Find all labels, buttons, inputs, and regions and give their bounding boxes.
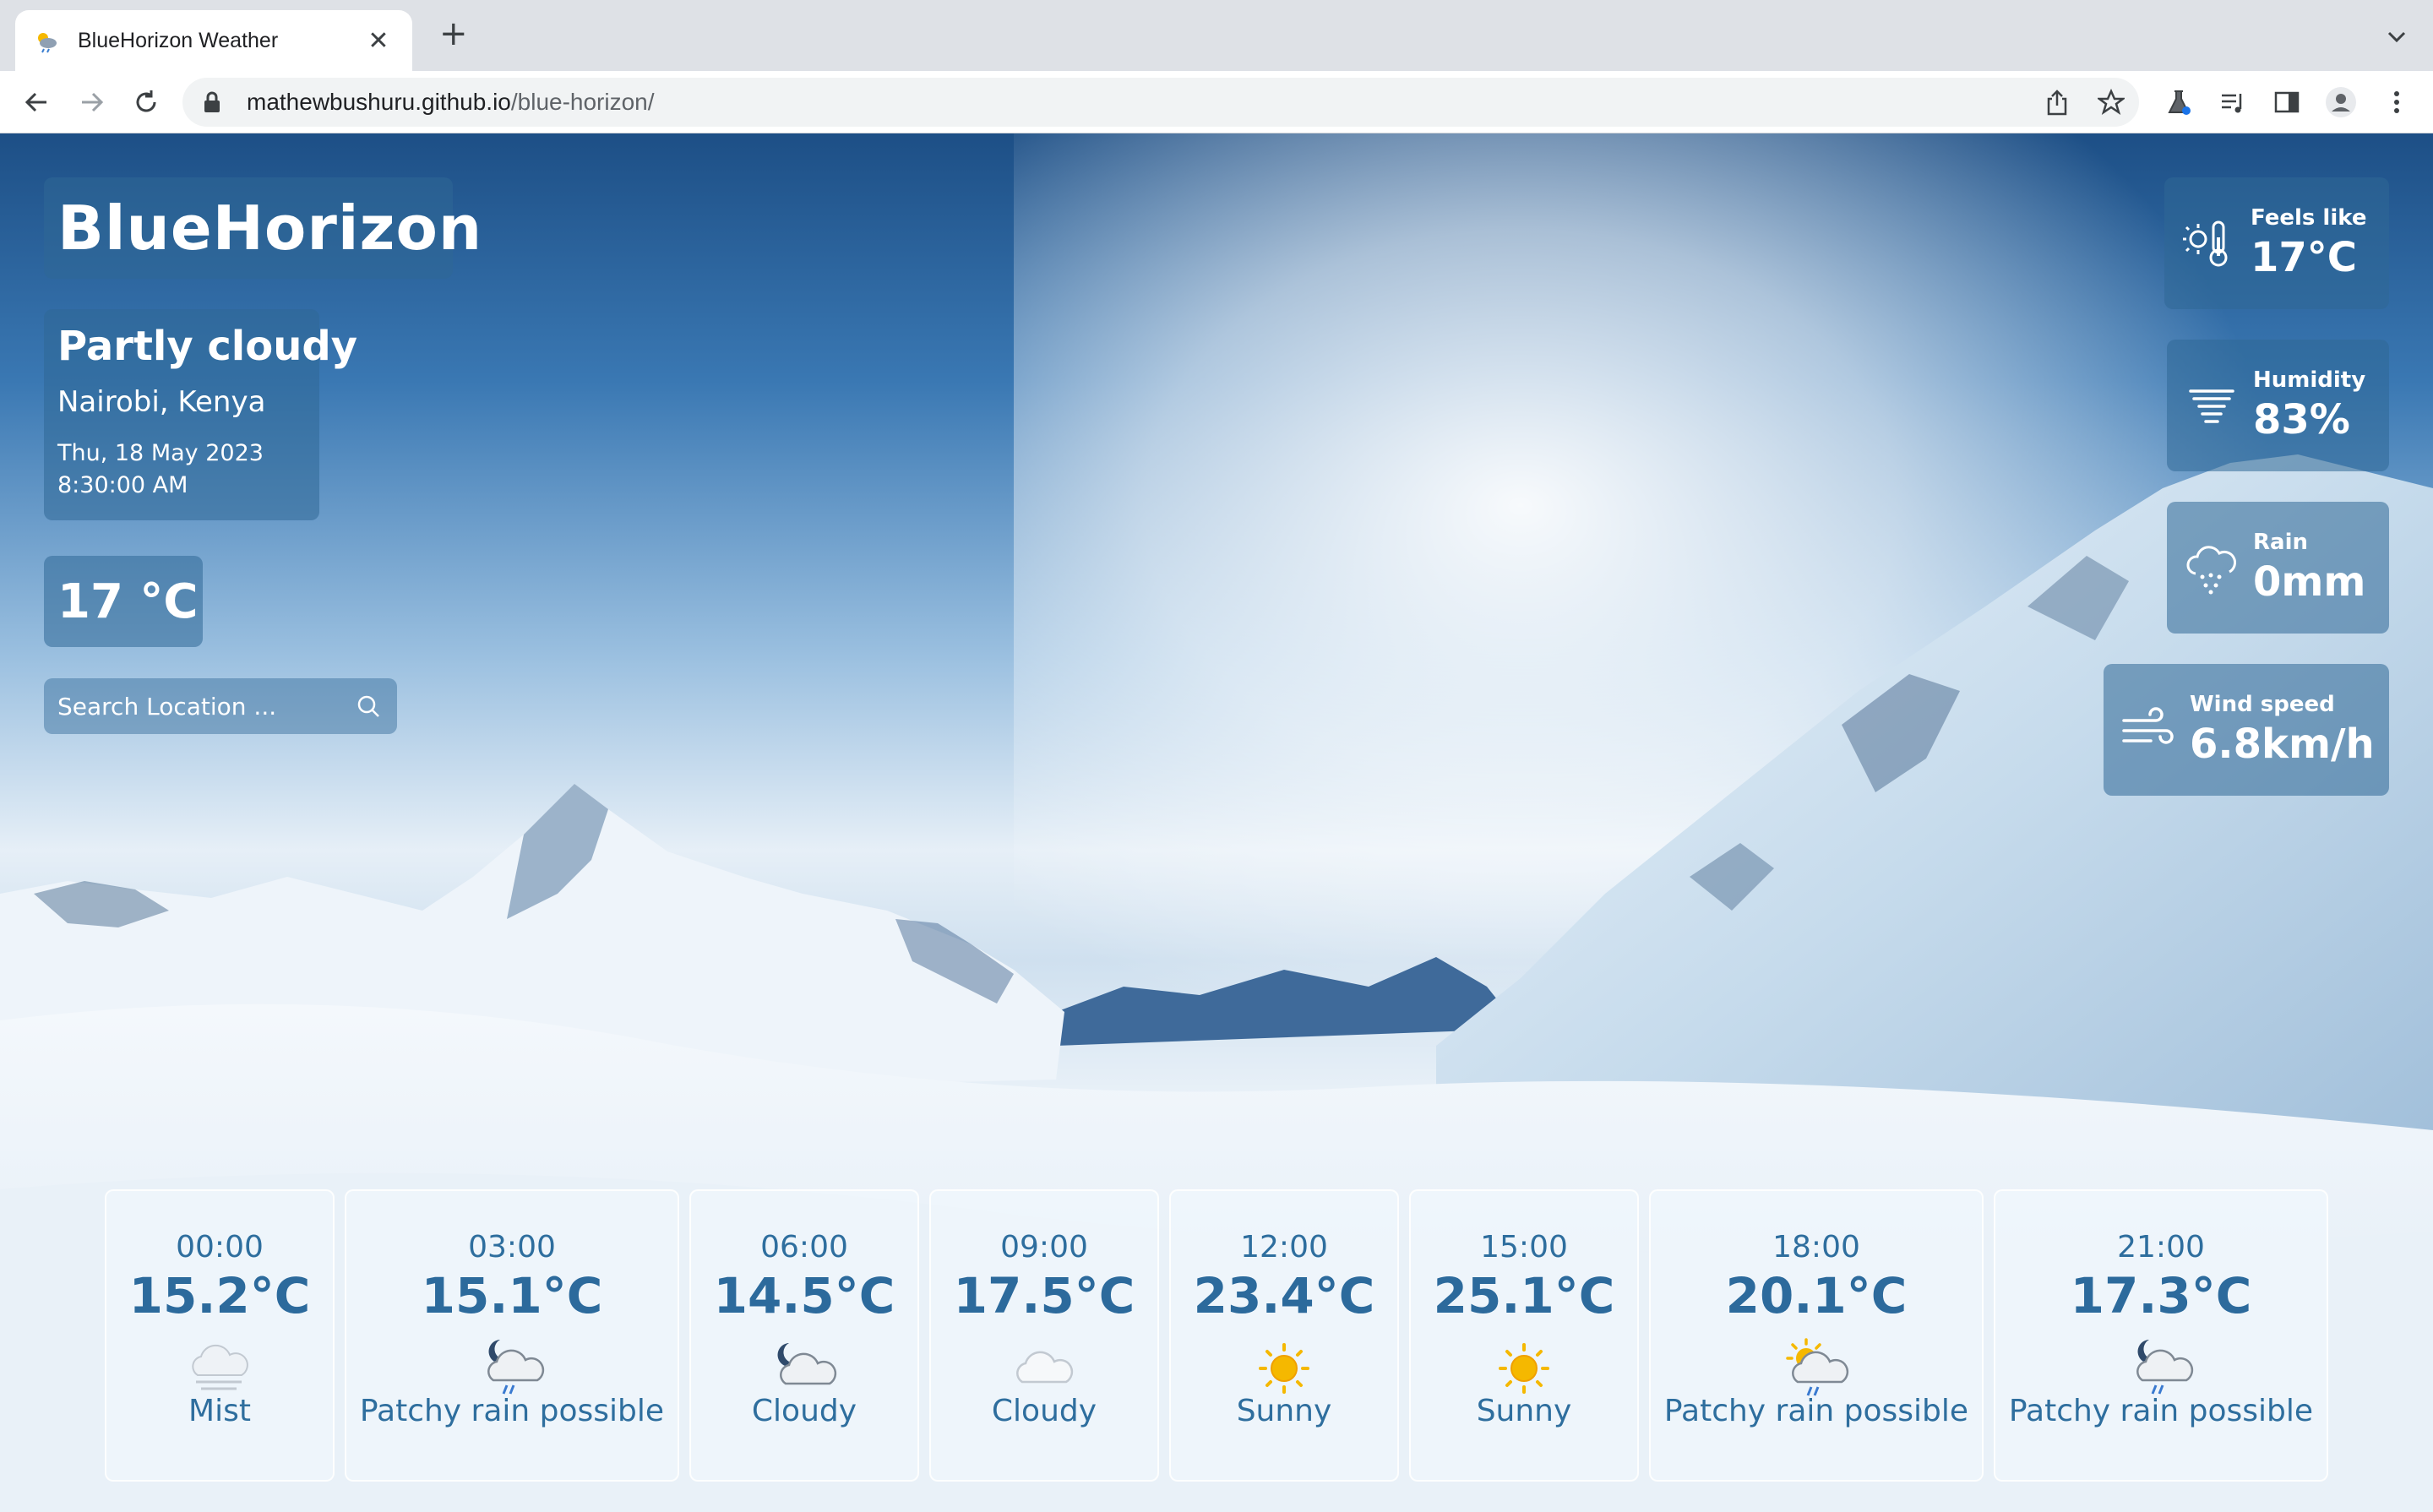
search-button[interactable] (352, 689, 384, 723)
weather-favicon-icon (38, 33, 57, 53)
hour-temperature: 23.4°C (1193, 1267, 1375, 1324)
share-icon[interactable] (2041, 86, 2073, 118)
new-tab-icon[interactable]: + (439, 17, 468, 51)
rain-label: Rain (2253, 530, 2308, 555)
forward-icon[interactable] (74, 84, 110, 120)
humidity-icon (2189, 389, 2234, 423)
hourly-card: 03:00 15.1°C Patchy rain possible (345, 1189, 679, 1482)
labs-flask-icon[interactable] (2163, 86, 2195, 118)
hour-temperature: 25.1°C (1433, 1267, 1615, 1324)
lock-icon[interactable] (203, 91, 221, 113)
hour-label: 06:00 (760, 1230, 848, 1265)
feels-like-label: Feels like (2251, 205, 2367, 231)
night-cloud-icon (777, 1343, 837, 1385)
brand-name: BlueHorizon (57, 193, 483, 264)
current-time: 8:30:00 AM (57, 472, 188, 498)
brand-logo: BlueHorizon (44, 177, 482, 279)
current-condition: Partly cloudy (57, 323, 358, 370)
hour-condition: Mist (188, 1394, 251, 1428)
location-search (44, 678, 397, 734)
bookmark-star-icon[interactable] (2095, 86, 2127, 118)
tab-title: BlueHorizon Weather (78, 28, 279, 52)
humidity-label: Humidity (2253, 367, 2366, 393)
rain-value: 0mm (2253, 558, 2366, 606)
sun-rain-icon (1786, 1338, 1849, 1396)
browser-toolbar: mathewbushuru.github.io/blue-horizon/ (0, 71, 2433, 133)
hour-condition: Cloudy (991, 1394, 1097, 1428)
hour-condition: Patchy rain possible (359, 1394, 665, 1428)
hour-label: 03:00 (468, 1230, 556, 1265)
hour-temperature: 17.3°C (2070, 1267, 2252, 1324)
sun-icon (1499, 1343, 1549, 1394)
hour-temperature: 15.2°C (128, 1267, 311, 1324)
hourly-card: 09:00 17.5°C Cloudy (929, 1189, 1159, 1482)
weather-page: BlueHorizon Partly cloudy Nairobi, Kenya… (0, 133, 2433, 1512)
hour-temperature: 14.5°C (713, 1267, 895, 1324)
hour-label: 15:00 (1480, 1230, 1568, 1265)
hour-label: 09:00 (1000, 1230, 1088, 1265)
feels-like-card: Feels like 17°C (2164, 177, 2389, 309)
mist-icon (192, 1344, 248, 1390)
rain-cloud-icon (2186, 546, 2237, 595)
close-tab-icon[interactable]: ✕ (363, 26, 394, 56)
browser-tabstrip: BlueHorizon Weather ✕ + (0, 0, 2433, 71)
tab-search-chevron-icon[interactable] (2386, 25, 2408, 47)
hour-condition: Cloudy (751, 1394, 857, 1428)
current-conditions-panel: Partly cloudy Nairobi, Kenya Thu, 18 May… (44, 309, 358, 520)
hourly-card: 21:00 17.3°C Patchy rain possible (1994, 1189, 2328, 1482)
search-input[interactable] (57, 692, 352, 721)
hourly-card: 00:00 15.2°C Mist (105, 1189, 335, 1482)
browser-menu-icon[interactable] (2381, 86, 2413, 118)
wind-speed-label: Wind speed (2190, 692, 2335, 717)
address-bar[interactable]: mathewbushuru.github.io/blue-horizon/ (182, 78, 2139, 127)
hour-condition: Patchy rain possible (1663, 1394, 1969, 1428)
url-text: mathewbushuru.github.io/blue-horizon/ (247, 89, 655, 115)
hour-condition: Sunny (1236, 1394, 1332, 1428)
sun-icon (1259, 1343, 1309, 1394)
rain-card: Rain 0mm (2167, 502, 2389, 634)
back-icon[interactable] (19, 84, 54, 120)
thermometer-sun-icon (2183, 220, 2228, 267)
humidity-card: Humidity 83% (2167, 340, 2389, 471)
hour-temperature: 17.5°C (953, 1267, 1135, 1324)
location-name: Nairobi, Kenya (57, 385, 266, 419)
side-panel-icon[interactable] (2271, 86, 2303, 118)
hourly-card: 18:00 20.1°C Patchy rain possible (1649, 1189, 1984, 1482)
hour-condition: Sunny (1476, 1394, 1572, 1428)
cloud-icon (1016, 1351, 1074, 1384)
profile-avatar-icon[interactable] (2325, 86, 2357, 118)
hourly-card: 12:00 23.4°C Sunny (1169, 1189, 1399, 1482)
hourly-card: 06:00 14.5°C Cloudy (689, 1189, 919, 1482)
humidity-value: 83% (2253, 396, 2350, 443)
hour-temperature: 15.1°C (421, 1267, 603, 1324)
wind-speed-card: Wind speed 6.8km/h (2104, 664, 2389, 796)
feels-like-value: 17°C (2251, 234, 2358, 281)
current-temperature: 17 °C (57, 574, 199, 629)
hour-label: 18:00 (1772, 1230, 1860, 1265)
wind-icon (2122, 707, 2174, 744)
night-rain-icon (2136, 1340, 2194, 1395)
hour-label: 00:00 (176, 1230, 264, 1265)
wind-speed-value: 6.8km/h (2190, 721, 2375, 768)
night-rain-icon (487, 1340, 545, 1395)
search-icon (357, 695, 379, 717)
hour-temperature: 20.1°C (1725, 1267, 1908, 1324)
current-temperature-panel: 17 °C (44, 556, 203, 647)
hourly-card: 15:00 25.1°C Sunny (1409, 1189, 1639, 1482)
current-date: Thu, 18 May 2023 (57, 440, 264, 466)
hour-condition: Patchy rain possible (2008, 1394, 2314, 1428)
browser-tab[interactable]: BlueHorizon Weather ✕ (15, 10, 412, 71)
media-queue-icon[interactable] (2217, 86, 2249, 118)
hour-label: 12:00 (1240, 1230, 1328, 1265)
hour-label: 21:00 (2117, 1230, 2205, 1265)
reload-icon[interactable] (128, 84, 164, 120)
